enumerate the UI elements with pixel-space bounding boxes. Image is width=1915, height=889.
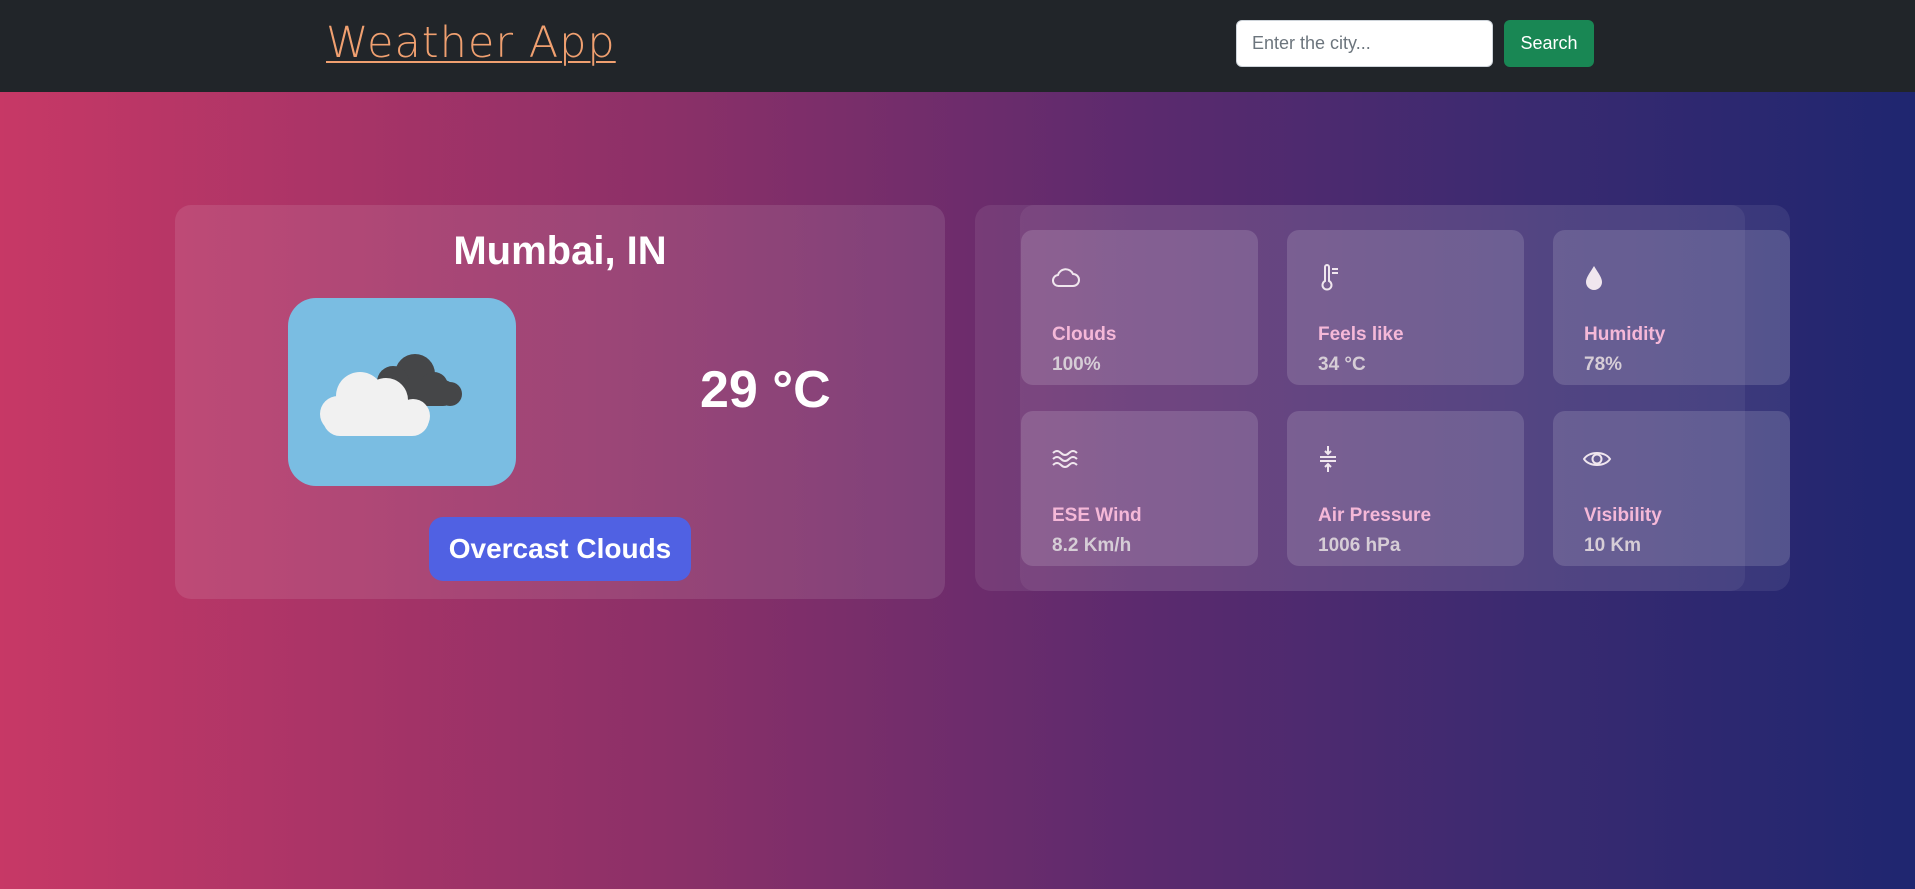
- detail-label: Visibility: [1584, 505, 1662, 526]
- navbar: Weather App Search: [0, 0, 1915, 92]
- search-button[interactable]: Search: [1504, 20, 1594, 67]
- detail-value: 34 °C: [1318, 354, 1366, 375]
- detail-tile-visibility: Visibility 10 Km: [1553, 411, 1790, 566]
- temperature-value: 29 °C: [700, 361, 831, 419]
- detail-value: 8.2 Km/h: [1052, 535, 1132, 556]
- detail-label: Air Pressure: [1318, 505, 1432, 526]
- detail-tile-humidity: Humidity 78%: [1553, 230, 1790, 385]
- brand-link[interactable]: Weather App: [326, 18, 616, 68]
- thermometer-icon: [1317, 264, 1347, 292]
- wind-icon: [1051, 445, 1081, 473]
- city-name: Mumbai, IN: [453, 229, 667, 273]
- detail-tile-feels-like: Feels like 34 °C: [1287, 230, 1524, 385]
- current-weather-card: Mumbai, IN 29 °C Overcast Clouds: [175, 205, 945, 599]
- droplet-icon: [1583, 264, 1613, 292]
- detail-tile-wind: ESE Wind 8.2 Km/h: [1021, 411, 1258, 566]
- detail-value: 100%: [1052, 354, 1101, 375]
- eye-icon: [1582, 445, 1613, 473]
- weather-description-badge: Overcast Clouds: [429, 517, 691, 581]
- pressure-icon: [1317, 445, 1347, 473]
- detail-label: ESE Wind: [1052, 505, 1142, 526]
- cloud-icon: [1051, 264, 1081, 292]
- detail-tile-clouds: Clouds 100%: [1021, 230, 1258, 385]
- overcast-clouds-icon: [288, 298, 516, 486]
- city-search-input[interactable]: [1236, 20, 1493, 67]
- detail-tile-pressure: Air Pressure 1006 hPa: [1287, 411, 1524, 566]
- detail-value: 78%: [1584, 354, 1623, 375]
- detail-label: Clouds: [1052, 324, 1117, 345]
- detail-value: 1006 hPa: [1318, 535, 1401, 556]
- detail-value: 10 Km: [1584, 535, 1642, 556]
- detail-label: Humidity: [1584, 324, 1666, 345]
- detail-label: Feels like: [1318, 324, 1404, 345]
